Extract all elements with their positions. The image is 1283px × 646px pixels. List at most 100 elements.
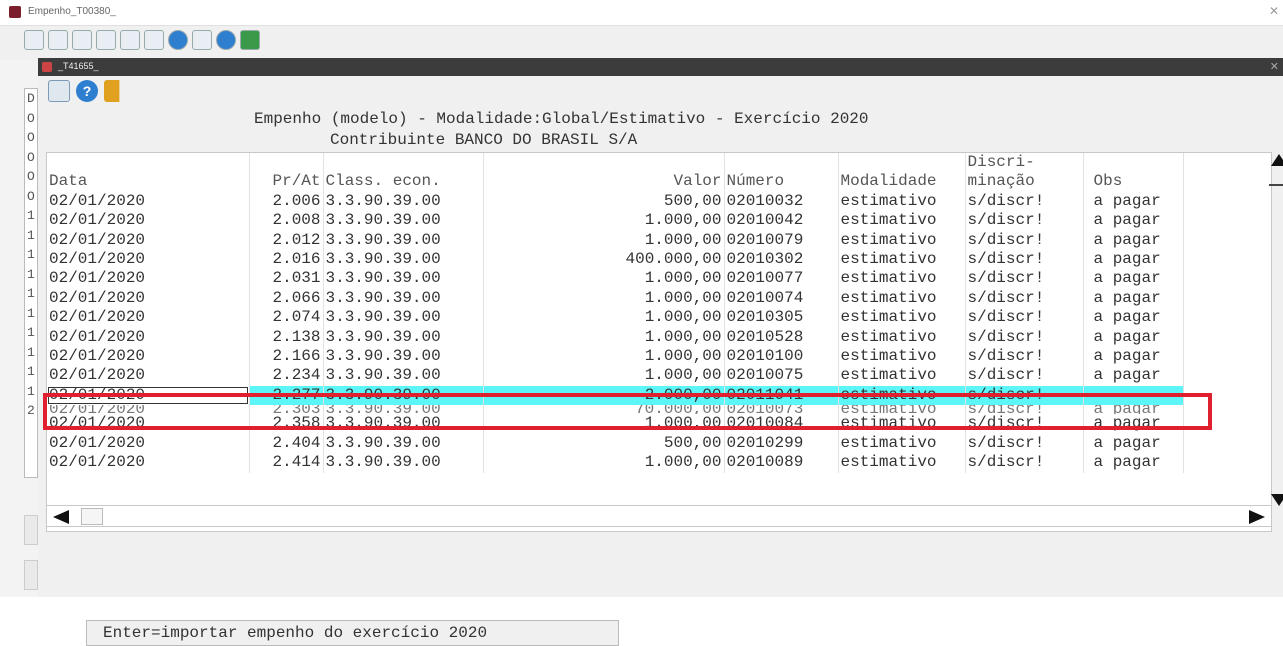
cell-numero[interactable]: 02010528 (724, 327, 839, 348)
cell-discriminacao[interactable]: s/discr! (965, 405, 1084, 415)
cell-class-econ[interactable]: 3.3.90.39.00 (323, 230, 484, 251)
cell-obs[interactable] (1083, 385, 1184, 406)
cell-valor[interactable]: 1.000,00 (483, 230, 725, 251)
cell-modalidade[interactable]: estimativo (838, 433, 966, 454)
cell-discriminacao[interactable]: s/discr! (965, 250, 1084, 270)
cell-numero[interactable]: 02010074 (724, 288, 839, 309)
cell-prat[interactable]: 2.358 (249, 414, 324, 434)
cell-prat[interactable]: 2.012 (249, 230, 324, 251)
cell-class-econ[interactable]: 3.3.90.39.00 (323, 366, 484, 386)
cell-obs[interactable]: a pagar (1083, 414, 1184, 434)
edit-document-icon[interactable] (48, 30, 68, 50)
cell-prat[interactable]: 2.303 (249, 405, 324, 415)
close-icon[interactable]: ✕ (1270, 60, 1279, 73)
column-header-modalidade[interactable]: Modalidade (838, 172, 966, 192)
selected-table-row[interactable]: 02/01/2020 2.277 3.3.90.39.00 2.000,00 02011… (47, 385, 1184, 406)
cell-obs[interactable]: a pagar (1083, 288, 1184, 309)
column-header-discriminacao-top[interactable]: Discri- (965, 153, 1084, 173)
cell-discriminacao[interactable]: s/discr! (965, 453, 1084, 473)
cell-valor[interactable]: 1.000,00 (483, 269, 725, 289)
cell-class-econ[interactable]: 3.3.90.39.00 (323, 269, 484, 289)
cell-valor[interactable]: 1.000,00 (483, 453, 725, 473)
cell-prat[interactable]: 2.166 (249, 347, 324, 367)
cell-prat[interactable]: 2.277 (249, 385, 324, 406)
cell-valor[interactable]: 1.000,00 (483, 211, 725, 231)
cell-data[interactable]: 02/01/2020 (47, 308, 250, 328)
cell-modalidade[interactable]: estimativo (838, 250, 966, 270)
cell-class-econ[interactable]: 3.3.90.39.00 (323, 385, 484, 406)
cell-modalidade[interactable]: estimativo (838, 191, 966, 212)
cell-valor[interactable]: 1.000,00 (483, 288, 725, 309)
cell-modalidade[interactable]: estimativo (838, 385, 966, 406)
cell-modalidade[interactable]: estimativo (838, 405, 966, 415)
cell-class-econ[interactable]: 3.3.90.39.00 (323, 288, 484, 309)
cell-discriminacao[interactable]: s/discr! (965, 327, 1084, 348)
table-row[interactable]: 02/01/2020 2.303 3.3.90.39.00 70.000,00 0201… (47, 405, 1184, 415)
exit-icon[interactable] (104, 80, 120, 102)
cell-numero[interactable]: 02010042 (724, 211, 839, 231)
cell-obs[interactable]: a pagar (1083, 269, 1184, 289)
cell-numero[interactable]: 02010079 (724, 230, 839, 251)
cell-discriminacao[interactable]: s/discr! (965, 288, 1084, 309)
scroll-thumb[interactable] (81, 508, 103, 525)
cell-valor[interactable]: 1.000,00 (483, 308, 725, 328)
cell-discriminacao[interactable]: s/discr! (965, 385, 1084, 406)
cell-obs[interactable]: a pagar (1083, 230, 1184, 251)
cell-prat[interactable]: 2.074 (249, 308, 324, 328)
cell-class-econ[interactable]: 3.3.90.39.00 (323, 250, 484, 270)
cell-prat[interactable]: 2.414 (249, 453, 324, 473)
cell-data[interactable]: 02/01/2020 (47, 191, 250, 212)
help-icon[interactable]: ? (76, 80, 98, 102)
cell-valor[interactable]: 1.000,00 (483, 366, 725, 386)
cell-prat[interactable]: 2.031 (249, 269, 324, 289)
table-row[interactable]: 02/01/2020 2.066 3.3.90.39.00 1.000,00 02010… (47, 288, 1184, 309)
close-icon[interactable]: ✕ (1269, 4, 1279, 18)
cell-obs[interactable]: a pagar (1083, 433, 1184, 454)
cell-class-econ[interactable]: 3.3.90.39.00 (323, 347, 484, 367)
cell-data[interactable]: 02/01/2020 (47, 433, 250, 454)
cell-valor[interactable]: 1.000,00 (483, 347, 725, 367)
cell-class-econ[interactable]: 3.3.90.39.00 (323, 405, 484, 415)
cell-valor[interactable]: 500,00 (483, 433, 725, 454)
data-grid[interactable]: Discri- Data Pr/At Class. econ. Valor Nú… (46, 152, 1272, 532)
cell-obs[interactable]: a pagar (1083, 453, 1184, 473)
cell-discriminacao[interactable]: s/discr! (965, 433, 1084, 454)
horizontal-scrollbar[interactable] (46, 505, 1272, 527)
cell-modalidade[interactable]: estimativo (838, 269, 966, 289)
cell-data[interactable]: 02/01/2020 (47, 385, 250, 406)
cell-numero[interactable]: 02010305 (724, 308, 839, 328)
cell-obs[interactable]: a pagar (1083, 327, 1184, 348)
table-row[interactable]: 02/01/2020 2.074 3.3.90.39.00 1.000,00 02010… (47, 308, 1184, 328)
cell-numero[interactable]: 02010089 (724, 453, 839, 473)
cell-data[interactable]: 02/01/2020 (47, 230, 250, 251)
cell-class-econ[interactable]: 3.3.90.39.00 (323, 191, 484, 212)
scroll-right-icon[interactable] (1249, 510, 1265, 524)
cell-discriminacao[interactable]: s/discr! (965, 366, 1084, 386)
cell-numero[interactable]: 02010302 (724, 250, 839, 270)
cell-modalidade[interactable]: estimativo (838, 347, 966, 367)
new-document-icon[interactable] (24, 30, 44, 50)
scroll-thumb[interactable] (1269, 184, 1283, 186)
cell-obs[interactable]: a pagar (1083, 250, 1184, 270)
cell-data[interactable]: 02/01/2020 (47, 250, 250, 270)
cell-valor[interactable]: 500,00 (483, 191, 725, 212)
cell-data[interactable]: 02/01/2020 (47, 414, 250, 434)
cell-valor[interactable]: 1.000,00 (483, 414, 725, 434)
cell-class-econ[interactable]: 3.3.90.39.00 (323, 453, 484, 473)
cell-data[interactable]: 02/01/2020 (47, 269, 250, 289)
table-row[interactable]: 02/01/2020 2.414 3.3.90.39.00 1.000,00 02010… (47, 453, 1184, 473)
column-header-valor[interactable]: Valor (483, 172, 725, 192)
cell-data[interactable]: 02/01/2020 (47, 366, 250, 386)
table-row[interactable]: 02/01/2020 2.234 3.3.90.39.00 1.000,00 02010… (47, 366, 1184, 386)
cell-valor[interactable]: 1.000,00 (483, 327, 725, 348)
column-header-numero[interactable]: Número (724, 172, 839, 192)
cell-discriminacao[interactable]: s/discr! (965, 347, 1084, 367)
column-header-prat[interactable]: Pr/At (249, 172, 324, 192)
table-row[interactable]: 02/01/2020 2.016 3.3.90.39.00 400.000,00 020… (47, 250, 1184, 270)
cell-discriminacao[interactable]: s/discr! (965, 230, 1084, 251)
scroll-up-icon[interactable] (1271, 154, 1283, 166)
cell-numero[interactable]: 02010299 (724, 433, 839, 454)
cell-class-econ[interactable]: 3.3.90.39.00 (323, 327, 484, 348)
cell-numero[interactable]: 02011041 (724, 385, 839, 406)
cell-prat[interactable]: 2.008 (249, 211, 324, 231)
